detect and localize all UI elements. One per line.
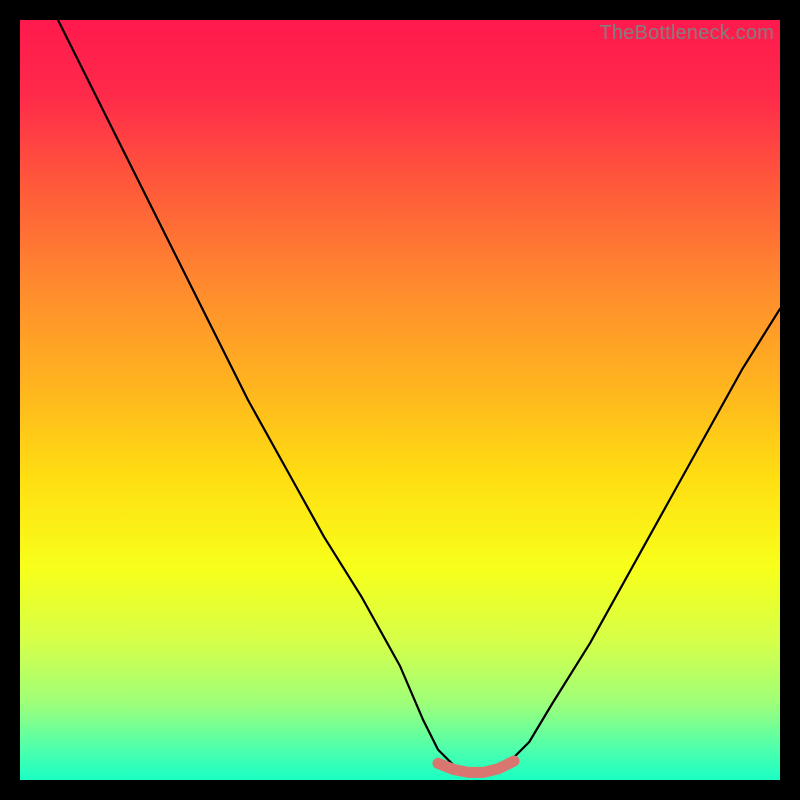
chart-frame: TheBottleneck.com [20, 20, 780, 780]
attribution-watermark: TheBottleneck.com [599, 22, 774, 45]
bottleneck-chart [20, 20, 780, 780]
